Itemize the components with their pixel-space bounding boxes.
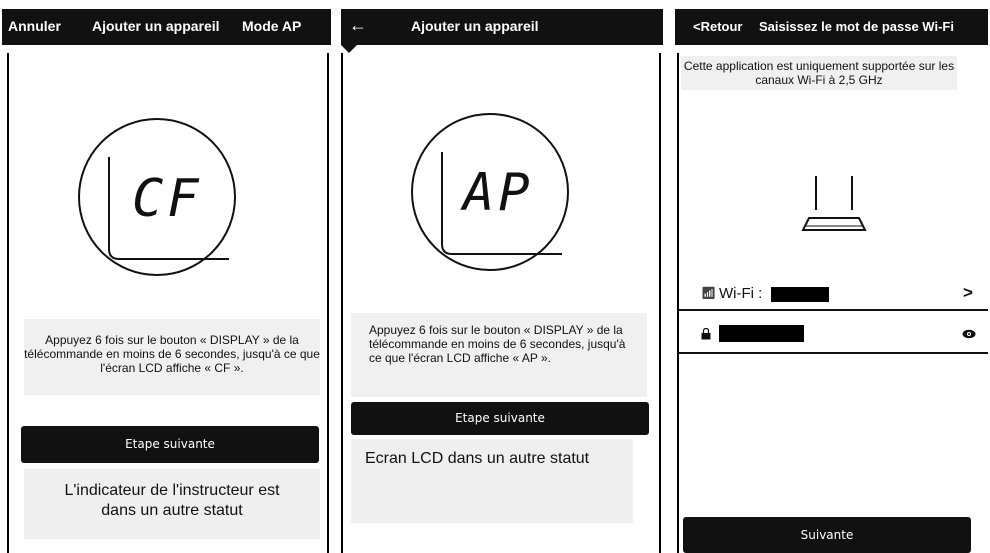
next-step-button[interactable]: Etape suivante (351, 402, 649, 435)
wifi-icon: 📶︎ (701, 286, 717, 300)
password-row[interactable] (675, 319, 988, 351)
divider (679, 352, 988, 354)
lock-icon (701, 328, 711, 340)
frame-left-border (7, 53, 9, 553)
wifi-label: Wi-Fi : (719, 285, 763, 302)
page-title: Saisissez le mot de passe Wi-Fi (759, 19, 954, 34)
channel-notice: Cette application est uniquement support… (681, 56, 957, 90)
wifi-row[interactable]: 📶︎ Wi-Fi : > (675, 281, 988, 309)
screen-add-device-ap: ← Ajouter un appareil AP Appuyez 6 fois … (341, 9, 663, 553)
frame-left-border (341, 53, 343, 553)
ap-mode-button[interactable]: Mode AP (242, 18, 301, 34)
page-title: Ajouter un appareil (411, 18, 539, 34)
header-bar: ← Ajouter un appareil (341, 9, 663, 45)
lcd-text: AP (463, 163, 534, 223)
instruction-text: Appuyez 6 fois sur le bouton « DISPLAY »… (351, 313, 647, 397)
screen-add-device-cf: Annuler Ajouter un appareil Mode AP CF A… (2, 9, 331, 553)
back-button[interactable]: <Retour (693, 19, 742, 34)
alt-status-link[interactable]: Ecran LCD dans un autre statut (351, 439, 633, 523)
frame-right-border (659, 53, 661, 553)
chevron-right-icon[interactable]: > (963, 283, 973, 303)
eye-icon[interactable] (962, 329, 976, 339)
page-title: Ajouter un appareil (92, 18, 220, 34)
cancel-button[interactable]: Annuler (8, 18, 61, 34)
password-input[interactable] (719, 325, 804, 342)
lcd-text: CF (132, 169, 203, 229)
instruction-text: Appuyez 6 fois sur le bouton « DISPLAY »… (24, 319, 320, 395)
router-icon (801, 176, 867, 231)
next-step-button[interactable]: Etape suivante (21, 426, 319, 463)
divider (679, 309, 988, 311)
screen-wifi-password: <Retour Saisissez le mot de passe Wi-Fi … (675, 9, 988, 553)
alt-status-link[interactable]: L'indicateur de l'instructeur est dans u… (24, 469, 320, 539)
header-bar: Annuler Ajouter un appareil Mode AP (2, 9, 331, 45)
wifi-ssid-redacted (771, 287, 829, 302)
header-notch (341, 45, 357, 53)
header-bar: <Retour Saisissez le mot de passe Wi-Fi (675, 9, 988, 45)
back-arrow-icon[interactable]: ← (349, 15, 367, 36)
next-button[interactable]: Suivante (683, 517, 971, 553)
frame-right-border (327, 53, 329, 553)
